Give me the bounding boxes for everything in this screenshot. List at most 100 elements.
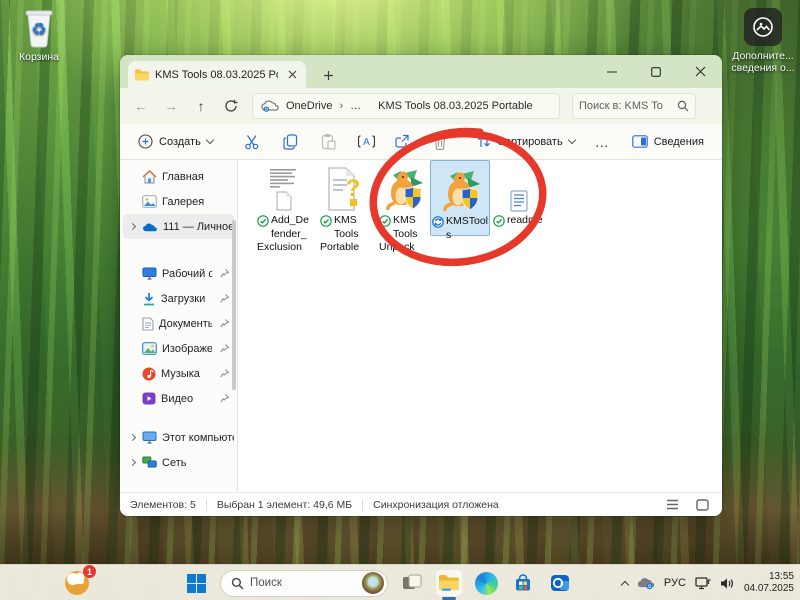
chevron-down-icon [567,136,575,144]
expand-chevron-icon[interactable] [127,435,137,440]
sidebar-gap [120,411,237,425]
cut-button[interactable] [239,129,265,155]
explorer-search-box[interactable] [572,93,696,119]
sidebar-item-label: Этот компьютер [162,432,234,444]
details-pane-button[interactable]: Сведения [624,130,712,153]
pin-icon[interactable] [217,269,231,278]
up-button[interactable]: ↑ [188,93,214,119]
back-button[interactable]: ← [128,93,154,119]
weather-cloud-icon: 1 [62,567,94,599]
window-body: Главная Галерея 111 — Личн [120,160,722,492]
pin-icon[interactable] [217,394,231,403]
search-highlight-image[interactable] [362,572,384,594]
tab-title: KMS Tools 08.03.2025 Portable [155,69,278,81]
sidebar-item-videos[interactable]: Видео [123,386,234,411]
explorer-search-input[interactable] [579,100,673,112]
sidebar-item-documents[interactable]: Документы [123,311,234,336]
titlebar[interactable]: KMS Tools 08.03.2025 Portable [120,55,722,88]
taskbar-store[interactable] [510,570,536,596]
taskbar-search-box[interactable] [220,570,388,597]
sidebar-item-pictures[interactable]: Изображения [123,336,234,361]
breadcrumb-overflow[interactable]: … [350,100,361,112]
sidebar-item-onedrive-personal[interactable]: 111 — Личное [123,214,234,239]
file-readme[interactable]: readme [490,162,548,232]
desktop-icon-recycle-bin[interactable]: ♻ Корзина [4,6,74,63]
onedrive-tray-icon[interactable] [637,577,655,590]
share-button[interactable] [389,129,415,155]
unknown-file-question-icon: ? [315,162,373,212]
document-icon [142,317,154,331]
explorer-tab[interactable]: KMS Tools 08.03.2025 Portable [128,61,306,88]
close-button[interactable] [678,55,722,88]
task-view-button[interactable] [399,570,425,596]
taskbar-search-input[interactable] [250,577,356,589]
close-icon [288,70,297,79]
sidebar-item-label: Галерея [162,196,234,208]
file-add-defender-exclusion[interactable]: Add_Defender_Exclusion [255,162,313,255]
sidebar-item-home[interactable]: Главная [123,164,234,189]
paste-button[interactable] [316,129,342,155]
onedrive-status-icon [261,100,279,112]
sidebar-item-music[interactable]: Музыка [123,361,234,386]
sync-ok-icon [379,215,391,232]
taskbar-notification-app[interactable]: 1 [62,567,94,599]
sidebar-item-network[interactable]: Сеть [123,450,234,475]
tray-expand-chevron-icon[interactable] [621,580,629,588]
rename-button[interactable]: A [353,129,379,155]
folder-icon [438,574,460,592]
sidebar-item-desktop[interactable]: Рабочий стол [123,261,234,286]
sort-button[interactable]: Сортировать [469,130,583,153]
file-kms-tools-unpack[interactable]: KMS Tools Unpack [374,162,432,255]
forward-button[interactable]: → [158,93,184,119]
sidebar-scrollbar[interactable] [232,220,236,390]
file-label: KMSTools [432,215,488,242]
tab-close-button[interactable] [284,67,300,83]
plus-circle-icon [138,134,153,149]
file-list-area[interactable]: Add_Defender_Exclusion ? [238,160,722,492]
minimize-button[interactable] [590,55,634,88]
dragon-shield-app-icon [374,162,432,212]
paste-icon [321,133,336,150]
network-tray-icon[interactable] [695,576,711,590]
volume-icon[interactable] [720,577,735,590]
expand-chevron-icon[interactable] [127,224,137,229]
clock[interactable]: 13:55 04.07.2025 [744,571,794,595]
sidebar-item-label: Видео [161,393,212,405]
spotlight-label-line2: сведения о... [728,62,798,74]
pin-icon[interactable] [217,294,231,303]
maximize-button[interactable] [634,55,678,88]
breadcrumb-current[interactable]: KMS Tools 08.03.2025 Portable [378,100,533,112]
new-tab-button[interactable] [320,67,336,83]
taskbar-outlook[interactable] [547,570,573,596]
taskbar: 1 [0,564,800,600]
pin-icon[interactable] [217,369,231,378]
new-button[interactable]: Создать [130,129,221,154]
notification-badge: 1 [83,565,96,578]
file-kmstools-selected[interactable]: KMSTools [430,160,490,236]
refresh-button[interactable] [218,93,244,119]
sidebar-item-gallery[interactable]: Галерея [123,189,234,214]
file-label: KMS Tools Portable [320,214,368,255]
list-view-button[interactable] [662,496,682,514]
desktop-icon-spotlight[interactable]: Дополните... сведения о... [728,8,798,74]
expand-chevron-icon[interactable] [127,460,137,465]
delete-button[interactable] [427,129,453,155]
pin-icon[interactable] [217,319,231,328]
sidebar-gap [120,239,237,261]
file-kms-tools-portable[interactable]: ? KMS Tools Portable [315,162,373,255]
pin-icon[interactable] [217,344,231,353]
sync-ok-icon [257,215,269,232]
more-options-button[interactable]: … [585,134,620,150]
thumbnail-view-button[interactable] [692,496,712,514]
language-indicator[interactable]: РУС [664,577,686,589]
sidebar-item-this-pc[interactable]: Этот компьютер [123,425,234,450]
taskbar-file-explorer[interactable] [436,570,462,596]
sidebar-item-downloads[interactable]: Загрузки [123,286,234,311]
address-bar[interactable]: OneDrive › … KMS Tools 08.03.2025 Portab… [252,93,560,119]
taskbar-edge[interactable] [473,570,499,596]
breadcrumb-root[interactable]: OneDrive [286,100,332,112]
divider [206,499,207,511]
copy-button[interactable] [277,129,303,155]
window-controls [590,55,722,88]
start-button[interactable] [183,570,209,596]
